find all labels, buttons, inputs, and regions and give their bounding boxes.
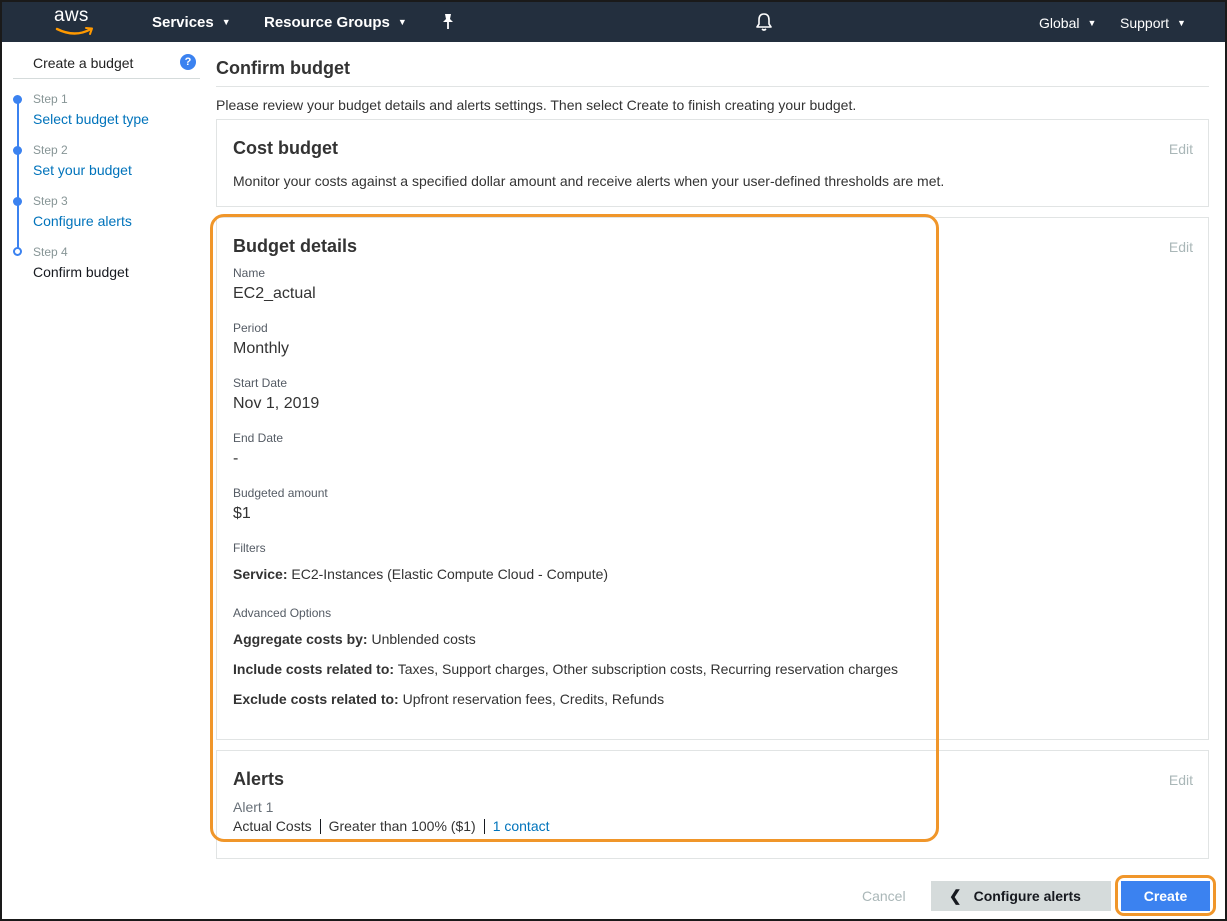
create-button[interactable]: Create bbox=[1121, 881, 1210, 911]
region-label: Global bbox=[1039, 15, 1080, 31]
cost-budget-edit-link[interactable]: Edit bbox=[1169, 141, 1193, 157]
name-value: EC2_actual bbox=[233, 285, 316, 302]
budget-details-edit-link[interactable]: Edit bbox=[1169, 239, 1193, 255]
step-2-dot bbox=[13, 146, 22, 155]
include-costs-value: Taxes, Support charges, Other subscripti… bbox=[397, 661, 899, 677]
alert-threshold: Greater than 100% ($1) bbox=[328, 818, 476, 834]
services-menu-label: Services bbox=[152, 14, 214, 31]
name-label: Name bbox=[233, 266, 266, 280]
service-filter: Service: EC2-Instances (Elastic Compute … bbox=[233, 566, 608, 582]
chevron-down-icon: ▼ bbox=[397, 17, 407, 27]
bell-icon[interactable] bbox=[754, 12, 774, 32]
step-3-label: Step 3 bbox=[33, 194, 68, 208]
top-navigation-bar: aws Services ▼ Resource Groups ▼ Global ▼ S… bbox=[2, 2, 1225, 42]
filters-label: Filters bbox=[233, 541, 266, 555]
step-4-label: Step 4 bbox=[33, 245, 68, 259]
chevron-left-icon: ❮ bbox=[949, 888, 962, 905]
alerts-title: Alerts bbox=[233, 769, 285, 789]
title-divider bbox=[216, 86, 1209, 87]
services-menu[interactable]: Services ▼ bbox=[152, 14, 231, 31]
step-1-label: Step 1 bbox=[33, 92, 68, 106]
alerts-card: Alerts Edit Alert 1 Actual Costs Greater … bbox=[216, 750, 1209, 859]
alert-type: Actual Costs bbox=[233, 818, 312, 834]
support-label: Support bbox=[1120, 15, 1170, 31]
alert-name: Alert 1 bbox=[233, 799, 274, 815]
step-2-label: Step 2 bbox=[33, 143, 68, 157]
cost-budget-description: Monitor your costs against a specified d… bbox=[233, 173, 945, 189]
resource-groups-menu[interactable]: Resource Groups ▼ bbox=[264, 14, 407, 31]
help-icon[interactable]: ? bbox=[180, 54, 196, 70]
aws-smile-icon bbox=[55, 27, 93, 35]
chevron-down-icon: ▼ bbox=[221, 17, 231, 27]
budgeted-amount-label: Budgeted amount bbox=[233, 486, 328, 500]
region-menu[interactable]: Global ▼ bbox=[1039, 15, 1096, 31]
page-title: Confirm budget bbox=[216, 58, 350, 78]
aws-logo-text: aws bbox=[54, 5, 89, 26]
chevron-down-icon: ▼ bbox=[1177, 18, 1186, 28]
previous-step-button[interactable]: ❮ Configure alerts bbox=[931, 881, 1111, 911]
service-filter-key: Service: bbox=[233, 566, 288, 582]
step-1-dot bbox=[13, 95, 22, 104]
alerts-edit-link[interactable]: Edit bbox=[1169, 772, 1193, 788]
divider bbox=[319, 819, 321, 834]
cancel-button[interactable]: Cancel bbox=[862, 888, 906, 904]
end-date-value: - bbox=[233, 450, 239, 467]
budget-details-title: Budget details bbox=[233, 236, 358, 256]
resource-groups-label: Resource Groups bbox=[264, 14, 390, 31]
service-filter-value: EC2-Instances (Elastic Compute Cloud - C… bbox=[291, 566, 609, 582]
aggregate-costs-key: Aggregate costs by: bbox=[233, 631, 368, 647]
exclude-costs-row: Exclude costs related to: Upfront reserv… bbox=[233, 691, 664, 707]
chevron-down-icon: ▼ bbox=[1087, 18, 1097, 28]
wizard-sidebar: Create a budget ? Step 1 Select budget t… bbox=[2, 42, 202, 919]
budgeted-amount-value: $1 bbox=[233, 505, 251, 522]
include-costs-key: Include costs related to: bbox=[233, 661, 395, 677]
start-date-value: Nov 1, 2019 bbox=[233, 395, 320, 412]
wizard-title: Create a budget bbox=[33, 55, 134, 71]
budget-details-card: Budget details Edit Name EC2_actual Peri… bbox=[216, 217, 1209, 740]
include-costs-row: Include costs related to: Taxes, Support… bbox=[233, 661, 898, 677]
app-window: aws Services ▼ Resource Groups ▼ Global ▼ S… bbox=[0, 0, 1227, 921]
exclude-costs-key: Exclude costs related to: bbox=[233, 691, 399, 707]
aggregate-costs-value: Unblended costs bbox=[371, 631, 476, 647]
aws-logo[interactable]: aws bbox=[54, 5, 98, 37]
advanced-options-label: Advanced Options bbox=[233, 606, 332, 620]
cost-budget-title: Cost budget bbox=[233, 138, 338, 158]
end-date-label: End Date bbox=[233, 431, 284, 445]
step-3-dot bbox=[13, 197, 22, 206]
step-1-link[interactable]: Select budget type bbox=[33, 111, 149, 127]
previous-step-label: Configure alerts bbox=[973, 888, 1081, 904]
exclude-costs-value: Upfront reservation fees, Credits, Refun… bbox=[402, 691, 665, 707]
step-4-current: Confirm budget bbox=[33, 264, 129, 280]
step-4-dot bbox=[13, 247, 22, 256]
cost-budget-card: Cost budget Edit Monitor your costs agai… bbox=[216, 119, 1209, 207]
period-label: Period bbox=[233, 321, 268, 335]
step-2-link[interactable]: Set your budget bbox=[33, 162, 132, 178]
pin-icon[interactable] bbox=[440, 13, 456, 31]
start-date-label: Start Date bbox=[233, 376, 288, 390]
aggregate-costs-row: Aggregate costs by: Unblended costs bbox=[233, 631, 476, 647]
divider bbox=[483, 819, 485, 834]
support-menu[interactable]: Support ▼ bbox=[1120, 15, 1186, 31]
period-value: Monthly bbox=[233, 340, 290, 357]
sidebar-divider bbox=[13, 78, 200, 79]
step-progress-line bbox=[17, 99, 19, 249]
intro-text: Please review your budget details and al… bbox=[216, 97, 857, 113]
step-3-link[interactable]: Configure alerts bbox=[33, 213, 132, 229]
alert-contacts-link[interactable]: 1 contact bbox=[493, 818, 550, 834]
alert-summary-row: Actual Costs Greater than 100% ($1) 1 cont… bbox=[233, 818, 550, 834]
